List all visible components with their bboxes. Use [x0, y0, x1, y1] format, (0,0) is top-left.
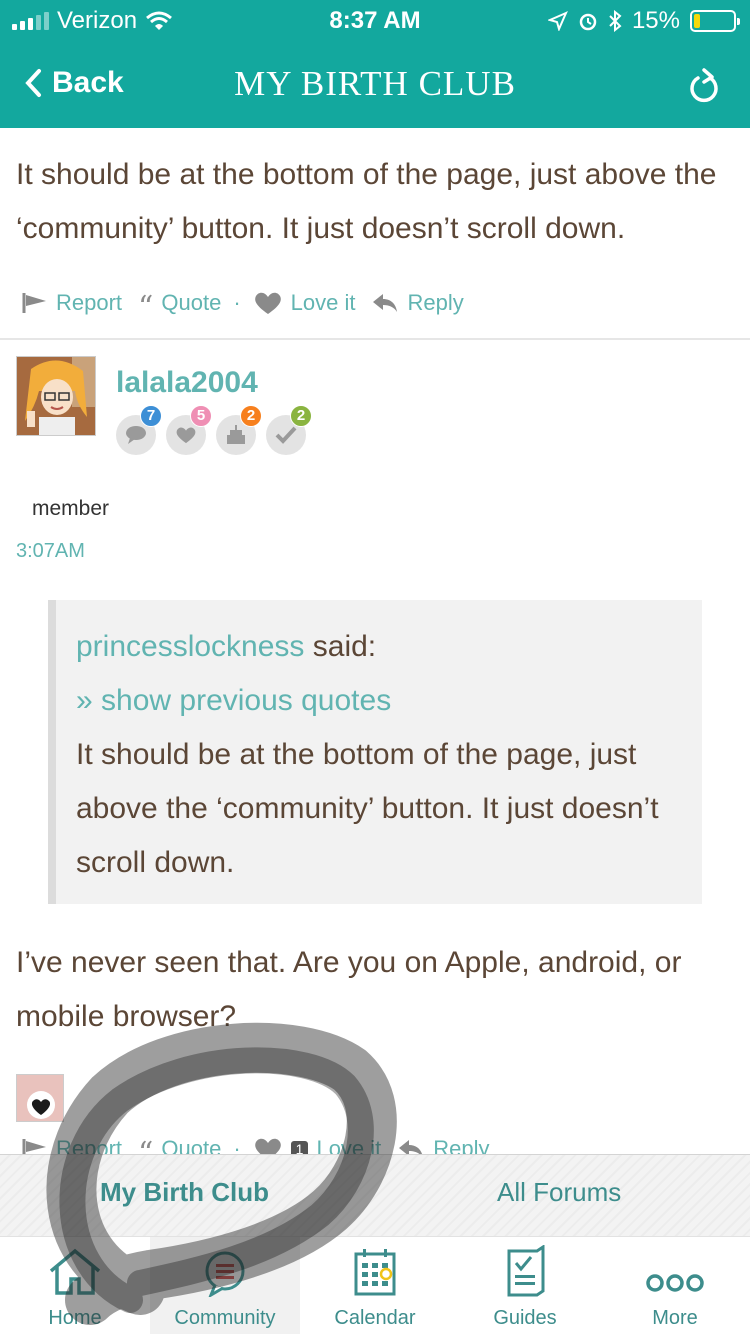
- alarm-icon: [579, 13, 597, 31]
- status-bar: Verizon 8:37 AM 15%: [0, 0, 750, 42]
- loves-count: 5: [190, 405, 212, 427]
- love-it-button[interactable]: 1 Love it: [253, 1136, 382, 1154]
- show-previous-quotes-link[interactable]: » show previous quotes: [76, 674, 702, 728]
- post-body: It should be at the bottom of the page, …: [16, 158, 717, 245]
- reply-arrow-icon: [373, 294, 398, 312]
- birthday-badge: 2: [216, 405, 262, 455]
- avatar-image: [17, 357, 95, 435]
- tab-calendar-label: Calendar: [334, 1307, 416, 1329]
- quote-label: Quote: [161, 1136, 222, 1154]
- love-label: Love it: [290, 290, 356, 315]
- report-label: Report: [56, 1136, 123, 1154]
- heart-icon: [254, 1138, 281, 1154]
- more-icon: [646, 1274, 704, 1292]
- reply-label: Reply: [407, 290, 464, 315]
- my-birth-club-tab[interactable]: My Birth Club: [100, 1177, 269, 1208]
- refresh-icon[interactable]: [688, 68, 720, 104]
- tab-more-label: More: [652, 1307, 698, 1329]
- page-title: MY BIRTH CLUB: [234, 64, 516, 103]
- tab-guides[interactable]: Guides: [450, 1237, 600, 1334]
- separator: ·: [233, 1136, 241, 1154]
- quote-mark-icon: “: [138, 1136, 154, 1155]
- flag-icon: [22, 1139, 46, 1154]
- loves-badge: 5: [166, 405, 212, 455]
- username-link[interactable]: lalala2004: [116, 366, 258, 400]
- reply-button[interactable]: Reply: [371, 290, 464, 316]
- community-icon: [205, 1251, 245, 1297]
- quote-block: princesslockness said: » show previous q…: [48, 600, 702, 904]
- tab-home[interactable]: Home: [0, 1237, 150, 1334]
- post-actions: Report “ Quote · Love it Reply: [22, 288, 464, 325]
- quoted-username[interactable]: princesslockness: [76, 630, 304, 663]
- post-time: 3:07AM: [16, 540, 85, 562]
- tab-more[interactable]: More: [600, 1237, 750, 1334]
- bluetooth-icon: [609, 10, 622, 32]
- quote-said: said:: [304, 630, 377, 663]
- post-body: I’ve never seen that. Are you on Apple, …: [16, 946, 682, 1033]
- report-button[interactable]: Report: [22, 290, 122, 316]
- report-button[interactable]: Report: [22, 1136, 122, 1154]
- reply-avatar[interactable]: [16, 1074, 64, 1122]
- quote-header: princesslockness said:: [76, 620, 702, 674]
- heart-icon: [254, 292, 281, 314]
- home-icon: [49, 1248, 101, 1295]
- user-badges: 7 5 2 2: [116, 405, 312, 455]
- location-icon: [547, 11, 568, 31]
- flag-icon: [22, 293, 46, 313]
- separator: ·: [233, 290, 241, 315]
- quote-button[interactable]: “ Quote: [138, 288, 222, 325]
- answers-count: 2: [290, 405, 312, 427]
- tab-community-label: Community: [174, 1307, 276, 1329]
- love-label: Love it: [316, 1136, 382, 1154]
- quote-text: It should be at the bottom of the page, …: [76, 738, 659, 879]
- nav-bar: Back MY BIRTH CLUB: [0, 50, 750, 120]
- all-forums-tab[interactable]: All Forums: [497, 1177, 621, 1208]
- comments-badge: 7: [116, 405, 162, 455]
- avatar-image: [17, 1075, 63, 1121]
- reply-arrow-icon: [399, 1140, 423, 1154]
- post-divider: [0, 338, 750, 340]
- quote-button[interactable]: “ Quote: [138, 1134, 221, 1154]
- love-it-button[interactable]: Love it: [253, 290, 356, 316]
- avatar[interactable]: [16, 356, 96, 436]
- thread-content[interactable]: It should be at the bottom of the page, …: [0, 128, 750, 1154]
- comments-count: 7: [140, 405, 162, 427]
- battery-percent: 15%: [631, 7, 680, 34]
- bottom-tab-bar: Home Community Calendar Guides More: [0, 1236, 750, 1334]
- tab-guides-label: Guides: [493, 1307, 557, 1329]
- tab-calendar[interactable]: Calendar: [300, 1237, 450, 1334]
- calendar-icon: [354, 1249, 396, 1296]
- post-actions: Report “ Quote · 1 Love it Reply: [22, 1134, 490, 1154]
- love-count: 1: [290, 1141, 309, 1154]
- tab-home-label: Home: [48, 1307, 102, 1329]
- reply-label: Reply: [433, 1136, 490, 1154]
- quote-mark-icon: “: [138, 290, 154, 325]
- cake-icon: [227, 425, 245, 444]
- birthday-count: 2: [240, 405, 262, 427]
- guides-icon: [507, 1245, 545, 1297]
- tab-community[interactable]: Community: [150, 1237, 300, 1334]
- app-header: Verizon 8:37 AM 15% Back MY BIRTH CLUB: [0, 0, 750, 128]
- report-label: Report: [56, 290, 123, 315]
- member-role: member: [32, 497, 110, 520]
- answers-badge: 2: [266, 405, 312, 455]
- battery-icon: [690, 10, 740, 32]
- quote-label: Quote: [161, 290, 222, 315]
- forum-switcher: My Birth Club All Forums: [0, 1154, 750, 1236]
- check-icon: [275, 426, 297, 444]
- heart-icon: [176, 427, 196, 444]
- reply-button[interactable]: Reply: [397, 1136, 490, 1154]
- comment-icon: [126, 426, 146, 444]
